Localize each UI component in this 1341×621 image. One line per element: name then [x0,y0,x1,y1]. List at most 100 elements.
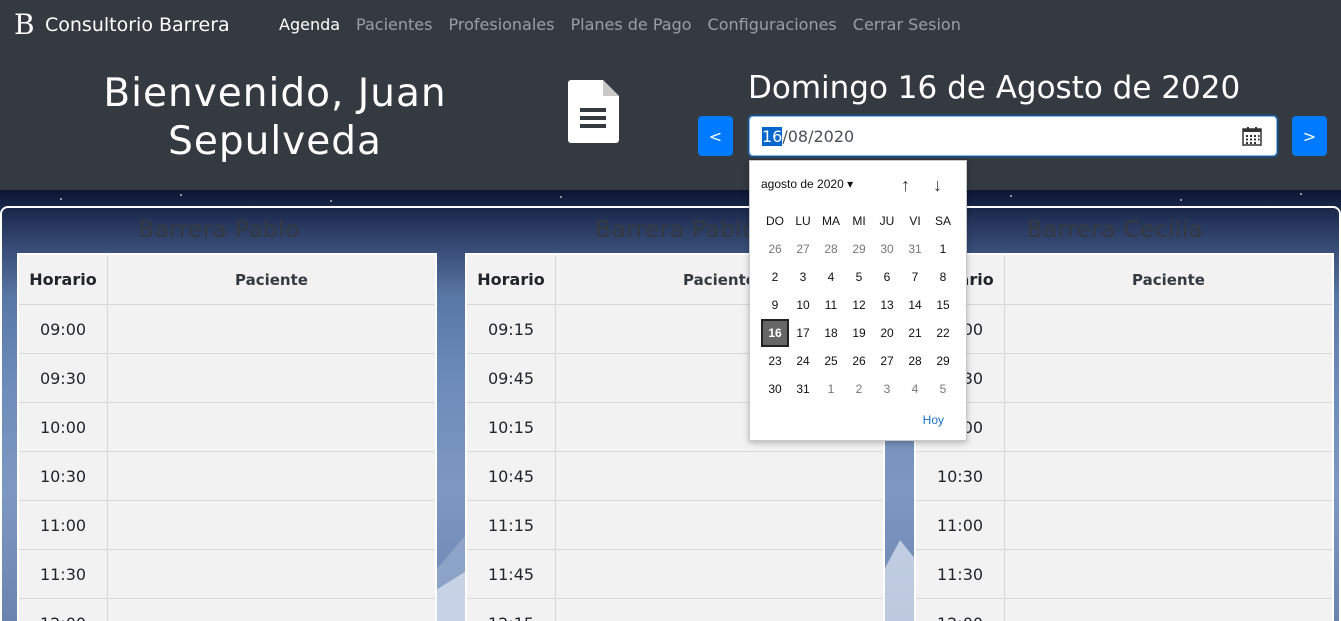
calendar-day[interactable]: 15 [929,291,957,319]
nav-link-cerrar-sesion[interactable]: Cerrar Sesion [853,15,961,35]
calendar-day[interactable]: 27 [873,347,901,375]
table-row[interactable]: 09:30 [916,354,1332,403]
patient-cell[interactable] [556,599,883,621]
time-slot: 11:30 [916,550,1005,598]
calendar-day[interactable]: 5 [845,263,873,291]
calendar-day[interactable]: 5 [929,375,957,403]
patient-cell[interactable] [108,403,435,451]
calendar-day[interactable]: 3 [789,263,817,291]
brand-name[interactable]: Consultorio Barrera [45,13,230,37]
calendar-day[interactable]: 16 [761,319,789,347]
calendar-day[interactable]: 9 [761,291,789,319]
patient-cell[interactable] [1005,599,1332,621]
patient-cell[interactable] [1005,305,1332,353]
calendar-day[interactable]: 29 [929,347,957,375]
calendar-day[interactable]: 4 [817,263,845,291]
calendar-day[interactable]: 28 [817,235,845,263]
calendar-day[interactable]: 31 [901,235,929,263]
calendar-day[interactable]: 25 [817,347,845,375]
calendar-day[interactable]: 8 [929,263,957,291]
calendar-day[interactable]: 7 [901,263,929,291]
calendar-day[interactable]: 2 [845,375,873,403]
calendar-week: 30 31 1 2 3 4 5 [761,375,957,403]
table-row[interactable]: 10:00 [19,403,435,452]
calendar-day[interactable]: 31 [789,375,817,403]
nav-link-pacientes[interactable]: Pacientes [356,15,432,35]
next-day-button[interactable]: > [1292,116,1327,156]
calendar-day[interactable]: 2 [761,263,789,291]
calendar-day[interactable]: 27 [789,235,817,263]
calendar-day[interactable]: 28 [901,347,929,375]
table-row[interactable]: 10:30 [916,452,1332,501]
patient-cell[interactable] [1005,550,1332,598]
patient-cell[interactable] [108,354,435,402]
table-row[interactable]: 11:30 [19,550,435,599]
nav-link-planes-de-pago[interactable]: Planes de Pago [570,15,691,35]
time-slot: 11:15 [467,501,556,549]
calendar-day[interactable]: 6 [873,263,901,291]
table-row[interactable]: 12:00 [19,599,435,621]
calendar-day[interactable]: 14 [901,291,929,319]
table-row[interactable]: 11:15 [467,501,883,550]
date-input[interactable]: 16/08/2020 [749,116,1277,156]
calendar-day[interactable]: 26 [845,347,873,375]
weekday-label: DO [766,214,784,228]
patient-cell[interactable] [556,550,883,598]
calendar-day[interactable]: 20 [873,319,901,347]
table-row[interactable]: 12:15 [467,599,883,621]
next-month-icon[interactable]: ↓ [933,175,942,196]
table-row[interactable]: 11:00 [19,501,435,550]
calendar-day[interactable]: 1 [929,235,957,263]
calendar-day[interactable]: 30 [873,235,901,263]
table-row[interactable]: 11:00 [916,501,1332,550]
table-row[interactable]: 10:45 [467,452,883,501]
calendar-day[interactable]: 24 [789,347,817,375]
calendar-day[interactable]: 30 [761,375,789,403]
patient-cell[interactable] [108,305,435,353]
calendar-day[interactable]: 23 [761,347,789,375]
calendar-day[interactable]: 26 [761,235,789,263]
previous-day-button[interactable]: < [698,116,733,156]
patient-cell[interactable] [556,452,883,500]
today-button[interactable]: Hoy [923,413,944,427]
calendar-day[interactable]: 3 [873,375,901,403]
table-row[interactable]: 09:00 [19,305,435,354]
calendar-day[interactable]: 21 [901,319,929,347]
table-row[interactable]: 10:00 [916,403,1332,452]
patient-cell[interactable] [108,501,435,549]
calendar-day[interactable]: 29 [845,235,873,263]
brand-logo[interactable]: B [14,10,35,40]
table-row[interactable]: 10:30 [19,452,435,501]
nav-link-agenda[interactable]: Agenda [279,15,340,35]
calendar-day[interactable]: 18 [817,319,845,347]
calendar-day[interactable]: 17 [789,319,817,347]
calendar-day[interactable]: 4 [901,375,929,403]
patient-cell[interactable] [1005,354,1332,402]
table-row[interactable]: 09:30 [19,354,435,403]
patient-cell[interactable] [1005,501,1332,549]
table-row[interactable]: 12:00 [916,599,1332,621]
calendar-day[interactable]: 11 [817,291,845,319]
calendar-day[interactable]: 19 [845,319,873,347]
nav-link-configuraciones[interactable]: Configuraciones [708,15,837,35]
calendar-week: 9 10 11 12 13 14 15 [761,291,957,319]
month-selector[interactable]: agosto de 2020 ▾ [761,177,853,191]
table-row[interactable]: 09:00 [916,305,1332,354]
patient-cell[interactable] [108,599,435,621]
nav-link-profesionales[interactable]: Profesionales [448,15,554,35]
patient-cell[interactable] [556,501,883,549]
patient-cell[interactable] [108,550,435,598]
calendar-day[interactable]: 12 [845,291,873,319]
previous-month-icon[interactable]: ↑ [901,175,910,196]
calendar-day[interactable]: 13 [873,291,901,319]
calendar-day[interactable]: 22 [929,319,957,347]
document-icon[interactable] [567,78,621,144]
patient-cell[interactable] [1005,452,1332,500]
table-row[interactable]: 11:45 [467,550,883,599]
table-row[interactable]: 11:30 [916,550,1332,599]
calendar-day[interactable]: 10 [789,291,817,319]
patient-cell[interactable] [1005,403,1332,451]
patient-cell[interactable] [108,452,435,500]
calendar-day[interactable]: 1 [817,375,845,403]
calendar-icon[interactable] [1242,127,1262,146]
